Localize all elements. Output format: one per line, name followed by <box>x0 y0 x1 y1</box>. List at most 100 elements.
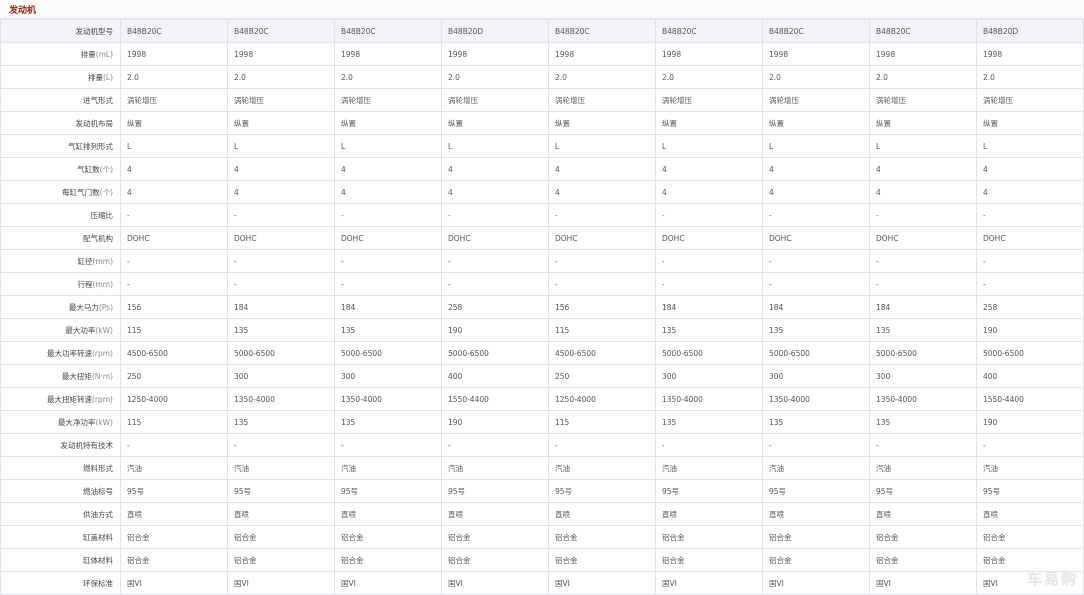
spec-cell: 5000-6500 <box>762 341 870 365</box>
spec-cell: 400 <box>976 364 1084 388</box>
spec-row-label: 每缸气门数(个) <box>0 180 121 204</box>
spec-cell: 4 <box>227 180 335 204</box>
spec-cell: 1998 <box>548 42 656 66</box>
spec-cell: 国VI <box>334 571 442 595</box>
spec-cell: 1350-4000 <box>655 387 763 411</box>
spec-cell: 纵置 <box>762 111 870 135</box>
spec-table: 发动机型号 B48B20C B48B20C B48B20C B48B20D B48B20C… <box>0 19 1084 595</box>
spec-cell: 1250-4000 <box>120 387 228 411</box>
spec-cell: 115 <box>548 410 656 434</box>
spec-label-unit: (mm) <box>92 256 113 266</box>
spec-row-label: 气缸数(个) <box>0 157 121 181</box>
spec-cell: 4500-6500 <box>548 341 656 365</box>
spec-cell: 4 <box>548 157 656 181</box>
spec-cell: L <box>227 134 335 158</box>
spec-cell: 184 <box>762 295 870 319</box>
spec-cell: 汽油 <box>869 456 977 480</box>
spec-cell: 汽油 <box>227 456 335 480</box>
spec-row-label: 发动机特有技术 <box>0 433 121 457</box>
spec-cell: 纵置 <box>441 111 549 135</box>
spec-cell: 300 <box>655 364 763 388</box>
spec-row: 最大扭矩(N·m) 250 300 300 400 250 300 300 300 400 <box>0 364 1084 388</box>
spec-cell: 1998 <box>120 42 228 66</box>
spec-cell: - <box>227 433 335 457</box>
spec-cell: 1250-4000 <box>548 387 656 411</box>
spec-cell: - <box>869 203 977 227</box>
spec-table-body: 发动机型号 B48B20C B48B20C B48B20C B48B20D B48B20C… <box>0 19 1084 595</box>
spec-cell: 115 <box>548 318 656 342</box>
spec-label-text: 最大净功率 <box>57 417 96 427</box>
spec-cell: 4 <box>762 180 870 204</box>
spec-row-label: 最大功率转速(rpm) <box>0 341 121 365</box>
spec-cell: 汽油 <box>120 456 228 480</box>
spec-cell: - <box>548 249 656 273</box>
spec-cell: 135 <box>869 410 977 434</box>
spec-cell: 135 <box>227 410 335 434</box>
spec-label-text: 环保标准 <box>83 578 113 588</box>
spec-cell: 铝合金 <box>120 548 228 572</box>
spec-cell: 涡轮增压 <box>120 88 228 112</box>
spec-cell: 纵置 <box>227 111 335 135</box>
spec-cell: 国VI <box>441 571 549 595</box>
spec-label-unit: (kW) <box>95 325 113 335</box>
spec-cell: 190 <box>441 410 549 434</box>
spec-cell: - <box>762 203 870 227</box>
spec-label-unit: (rpm) <box>91 394 113 404</box>
spec-cell: 5000-6500 <box>869 341 977 365</box>
spec-cell: L <box>120 134 228 158</box>
spec-cell: - <box>227 203 335 227</box>
spec-label-unit: (N·m) <box>91 371 113 381</box>
spec-cell: 涡轮增压 <box>655 88 763 112</box>
spec-cell: 汽油 <box>548 456 656 480</box>
spec-cell: 铝合金 <box>548 525 656 549</box>
spec-cell: 1998 <box>869 42 977 66</box>
spec-cell: 5000-6500 <box>334 341 442 365</box>
spec-label-unit: (Ps) <box>98 302 113 312</box>
spec-cell: 1998 <box>227 42 335 66</box>
spec-label-text: 压缩比 <box>90 210 114 220</box>
spec-cell: 5000-6500 <box>441 341 549 365</box>
spec-cell: 纵置 <box>655 111 763 135</box>
spec-cell: - <box>548 203 656 227</box>
spec-cell: 涡轮增压 <box>227 88 335 112</box>
spec-row: 排量(L) 2.0 2.0 2.0 2.0 2.0 2.0 2.0 2.0 2.0 <box>0 65 1084 89</box>
spec-cell: B48B20C <box>548 19 656 43</box>
spec-cell: 135 <box>334 318 442 342</box>
spec-cell: 4 <box>441 180 549 204</box>
spec-cell: - <box>869 433 977 457</box>
spec-cell: 铝合金 <box>762 525 870 549</box>
spec-cell: 95号 <box>227 479 335 503</box>
spec-cell: - <box>334 249 442 273</box>
spec-cell: 纵置 <box>548 111 656 135</box>
spec-cell: - <box>762 433 870 457</box>
spec-cell: 4 <box>976 157 1084 181</box>
spec-cell: 2.0 <box>655 65 763 89</box>
spec-cell: 纵置 <box>976 111 1084 135</box>
spec-row: 最大扭矩转速(rpm) 1250-4000 1350-4000 1350-4000 15… <box>0 387 1084 411</box>
spec-label-unit: (L) <box>102 72 113 82</box>
spec-cell: 国VI <box>869 571 977 595</box>
spec-row: 行程(mm) - - - - - - - - - <box>0 272 1084 296</box>
spec-cell: DOHC <box>976 226 1084 250</box>
spec-row-label: 供油方式 <box>0 502 121 526</box>
spec-cell: - <box>762 272 870 296</box>
spec-cell: 156 <box>548 295 656 319</box>
spec-cell: 250 <box>120 364 228 388</box>
spec-label-text: 发动机布局 <box>75 118 114 128</box>
spec-row-label: 发动机布局 <box>0 111 121 135</box>
spec-cell: B48B20C <box>227 19 335 43</box>
spec-cell: - <box>655 433 763 457</box>
spec-cell: - <box>441 249 549 273</box>
spec-cell: DOHC <box>227 226 335 250</box>
spec-cell: 汽油 <box>441 456 549 480</box>
spec-cell: 4 <box>120 180 228 204</box>
spec-row-label: 缸径(mm) <box>0 249 121 273</box>
spec-cell: 4 <box>869 180 977 204</box>
spec-cell: DOHC <box>655 226 763 250</box>
spec-cell: 汽油 <box>334 456 442 480</box>
spec-cell: 2.0 <box>976 65 1084 89</box>
spec-row-label: 最大净功率(kW) <box>0 410 121 434</box>
spec-cell: 258 <box>441 295 549 319</box>
spec-row: 发动机型号 B48B20C B48B20C B48B20C B48B20D B48B20C… <box>0 19 1084 43</box>
spec-cell: DOHC <box>762 226 870 250</box>
